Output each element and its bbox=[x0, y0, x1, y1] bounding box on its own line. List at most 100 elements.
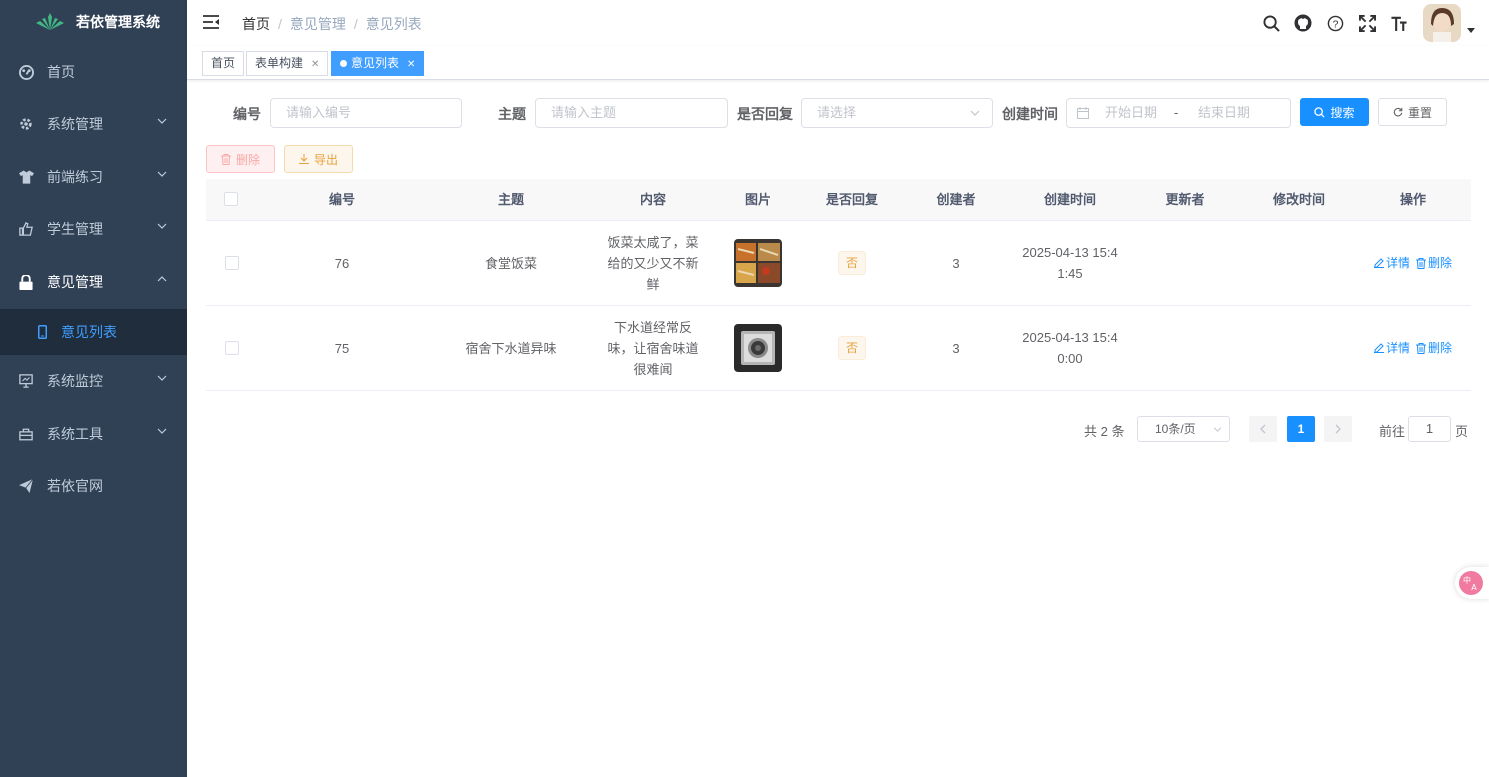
page-size-select[interactable]: 10条/页 bbox=[1137, 416, 1230, 442]
sidebar-item-home[interactable]: 首页 bbox=[0, 46, 187, 98]
topic-label: 主题 bbox=[498, 106, 526, 122]
caret-down-icon[interactable] bbox=[1467, 27, 1475, 33]
avatar[interactable] bbox=[1423, 4, 1461, 42]
sidebar-item-tools[interactable]: 系统工具 bbox=[0, 408, 187, 460]
goto-page-input[interactable]: 1 bbox=[1408, 416, 1451, 442]
drain-image[interactable] bbox=[734, 324, 782, 372]
refresh-icon bbox=[1393, 107, 1403, 117]
sidebar-item-system[interactable]: 系统管理 bbox=[0, 98, 187, 150]
id-input[interactable]: 请输入编号 bbox=[270, 98, 462, 128]
header-modified-time[interactable]: 修改时间 bbox=[1249, 179, 1349, 221]
header-updater[interactable]: 更新者 bbox=[1135, 179, 1235, 221]
detail-label: 详情 bbox=[1385, 255, 1410, 270]
next-page-button[interactable] bbox=[1324, 416, 1352, 442]
sidebar-item-frontend[interactable]: 前端练习 bbox=[0, 151, 187, 203]
cell-created-time: 2025-04-13 15:41:45 bbox=[1022, 245, 1118, 281]
tag-home[interactable]: 首页 bbox=[202, 51, 245, 76]
toolbox-icon bbox=[18, 426, 34, 442]
sidebar-item-label: 首页 bbox=[47, 64, 75, 80]
sidebar: 若依管理系统 首页 系统管理 前端练习 学生管理 意见管理 意见列表 系统监控 … bbox=[0, 0, 187, 777]
sidebar-subitem-feedback-list[interactable]: 意见列表 bbox=[0, 309, 187, 355]
cell-content: 饭菜太咸了，菜给的又少又不新鲜 bbox=[607, 234, 699, 292]
breadcrumb-current: 意见列表 bbox=[365, 16, 422, 32]
page-1-button[interactable]: 1 bbox=[1287, 416, 1315, 442]
tag-feedback-list[interactable]: 意见列表 ✕ bbox=[331, 51, 425, 76]
delete-link[interactable]: 删除 bbox=[1416, 253, 1452, 274]
sidebar-item-monitor[interactable]: 系统监控 bbox=[0, 355, 187, 407]
food-image[interactable] bbox=[734, 239, 782, 287]
chevron-down-icon bbox=[157, 428, 167, 434]
delete-label: 删除 bbox=[1428, 255, 1453, 270]
navbar: 首页 / 意见管理 / 意见列表 ? bbox=[187, 0, 1489, 46]
cell-image[interactable] bbox=[734, 306, 782, 390]
time-label: 创建时间 bbox=[1002, 106, 1058, 122]
feedback-table: 编号 主题 内容 图片 是否回复 创建者 创建时间 更新者 修改时间 操作 76… bbox=[206, 179, 1471, 391]
close-icon[interactable]: ✕ bbox=[311, 59, 319, 70]
header-id[interactable]: 编号 bbox=[292, 179, 392, 221]
topic-input[interactable]: 请输入主题 bbox=[535, 98, 728, 128]
search-icon[interactable] bbox=[1255, 14, 1287, 32]
cell-creator: 3 bbox=[952, 255, 960, 271]
detail-link[interactable]: 详情 bbox=[1373, 253, 1410, 274]
header-topic[interactable]: 主题 bbox=[461, 179, 561, 221]
header-image[interactable]: 图片 bbox=[708, 179, 808, 221]
chevron-right-icon bbox=[1335, 424, 1341, 434]
search-button-label: 搜索 bbox=[1330, 105, 1355, 120]
close-icon[interactable]: ✕ bbox=[407, 59, 415, 70]
tags-view: 首页 表单构建 ✕ 意见列表 ✕ bbox=[187, 46, 1489, 80]
prev-page-button[interactable] bbox=[1249, 416, 1277, 442]
detail-label: 详情 bbox=[1385, 340, 1410, 355]
select-all-checkbox[interactable] bbox=[224, 192, 240, 208]
tag-label: 意见列表 bbox=[351, 56, 400, 70]
reply-select[interactable]: 请选择 bbox=[801, 98, 993, 128]
batch-delete-button[interactable]: 删除 bbox=[206, 145, 275, 173]
start-date-input[interactable]: 开始日期 bbox=[1105, 99, 1157, 127]
chevron-down-icon bbox=[157, 375, 167, 381]
translate-widget[interactable]: 中A bbox=[1455, 567, 1489, 599]
cell-actions: 详情 删除 bbox=[1363, 306, 1463, 390]
tag-form-builder[interactable]: 表单构建 ✕ bbox=[246, 51, 329, 76]
header-replied[interactable]: 是否回复 bbox=[802, 179, 902, 221]
export-button[interactable]: 导出 bbox=[284, 145, 353, 173]
dashboard-icon bbox=[18, 64, 34, 80]
reply-select-placeholder: 请选择 bbox=[817, 105, 857, 120]
chevron-down-icon bbox=[1213, 427, 1222, 432]
hamburger-menu-icon[interactable] bbox=[203, 14, 219, 33]
header-created-time[interactable]: 创建时间 bbox=[1020, 179, 1120, 221]
reply-status-badge: 否 bbox=[837, 251, 866, 275]
font-size-icon[interactable] bbox=[1383, 15, 1415, 32]
fullscreen-icon[interactable] bbox=[1351, 14, 1383, 32]
id-label: 编号 bbox=[233, 106, 261, 122]
pagination-total: 共 2 条 bbox=[1084, 424, 1125, 439]
cell-updater bbox=[1135, 306, 1235, 390]
calendar-icon bbox=[1077, 107, 1089, 119]
reset-button-label: 重置 bbox=[1407, 105, 1432, 120]
end-date-input[interactable]: 结束日期 bbox=[1198, 99, 1250, 127]
delete-link[interactable]: 删除 bbox=[1416, 338, 1452, 359]
monitor-icon bbox=[18, 373, 34, 389]
sidebar-item-feedback[interactable]: 意见管理 bbox=[0, 256, 187, 308]
header-content[interactable]: 内容 bbox=[603, 179, 703, 221]
table-row: 75 宿舍下水道异味 下水道经常反味，让宿舍味道很难闻 否 3 2025-04-… bbox=[206, 306, 1471, 391]
date-range-picker[interactable]: 开始日期 - 结束日期 bbox=[1066, 98, 1291, 128]
github-icon[interactable] bbox=[1287, 14, 1319, 32]
search-button[interactable]: 搜索 bbox=[1300, 98, 1369, 126]
breadcrumb-home[interactable]: 首页 bbox=[242, 16, 270, 32]
trash-icon bbox=[1416, 342, 1426, 354]
row-checkbox[interactable] bbox=[224, 221, 240, 305]
app-logo[interactable]: 若依管理系统 bbox=[0, 0, 187, 44]
detail-link[interactable]: 详情 bbox=[1373, 338, 1410, 359]
help-icon[interactable]: ? bbox=[1319, 15, 1351, 32]
row-checkbox[interactable] bbox=[224, 306, 240, 390]
cell-actions: 详情 删除 bbox=[1363, 221, 1463, 305]
reset-button[interactable]: 重置 bbox=[1378, 98, 1447, 126]
cell-creator: 3 bbox=[952, 340, 960, 356]
cell-replied: 否 bbox=[802, 221, 902, 305]
cell-image[interactable] bbox=[734, 221, 782, 305]
cell-replied: 否 bbox=[802, 306, 902, 390]
tag-label: 表单构建 bbox=[255, 56, 304, 70]
sidebar-item-website[interactable]: 若依官网 bbox=[0, 460, 187, 512]
header-creator[interactable]: 创建者 bbox=[906, 179, 1006, 221]
sidebar-item-students[interactable]: 学生管理 bbox=[0, 203, 187, 255]
cell-id: 75 bbox=[334, 340, 350, 356]
